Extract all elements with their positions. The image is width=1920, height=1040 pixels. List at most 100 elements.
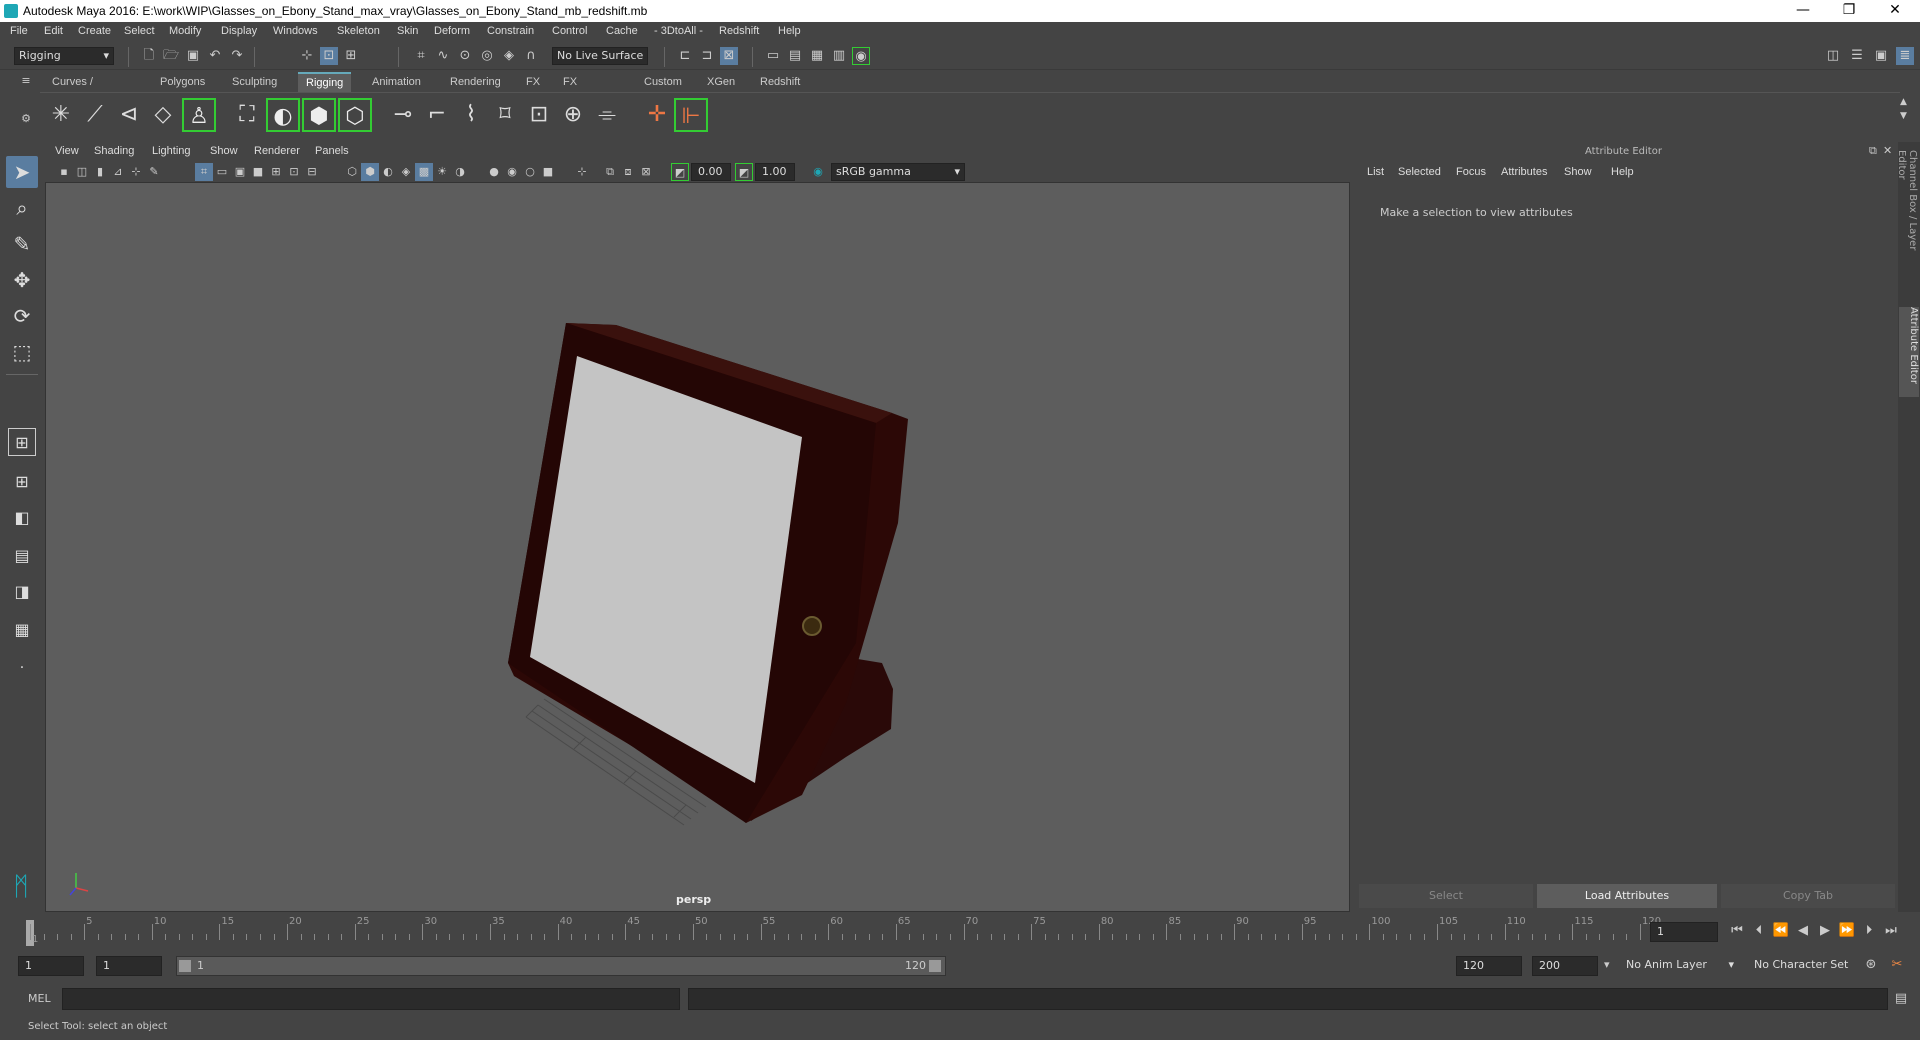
tab-sculpting[interactable]: Sculpting [224, 72, 286, 92]
character-set-dropdown[interactable]: No Character Set [1750, 956, 1866, 976]
grease-pencil-icon[interactable]: ✎ [145, 163, 163, 181]
chevron-down-icon[interactable]: ▾ [1604, 958, 1610, 971]
menu-3dtoall[interactable]: - 3DtoAll - [654, 25, 703, 37]
tab-rendering[interactable]: Rendering [442, 72, 509, 92]
smooth-bind-icon[interactable]: ◐ [266, 98, 300, 132]
gate-mask-icon[interactable]: ■ [249, 163, 267, 181]
go-to-start-icon[interactable]: ⏮ [1728, 922, 1746, 940]
shadows-icon[interactable]: ◑ [451, 163, 469, 181]
close-panel-icon[interactable]: ✕ [1883, 144, 1892, 157]
go-to-end-icon[interactable]: ⏭ [1882, 922, 1900, 940]
render-view-icon[interactable]: ▭ [764, 47, 782, 65]
hik-icon[interactable]: ♙ [182, 98, 216, 132]
step-forward-icon[interactable]: ⏵ [1860, 922, 1878, 940]
menu-help[interactable]: Help [778, 25, 801, 37]
next-key-icon[interactable]: ⏩ [1838, 922, 1856, 940]
undo-icon[interactable]: ↶ [206, 47, 224, 65]
redo-icon[interactable]: ↷ [228, 47, 246, 65]
range-end-handle[interactable] [929, 960, 941, 972]
point-constraint-icon[interactable]: ✛ [640, 98, 674, 132]
bookmark-icon[interactable]: ▮ [91, 163, 109, 181]
aim-constraint-icon[interactable]: ⊩ [674, 98, 708, 132]
hypershade-layout-icon[interactable]: ▦ [6, 614, 38, 646]
playback-end-field[interactable]: 120 [1456, 956, 1522, 976]
tab-rigging[interactable]: Rigging [298, 72, 352, 92]
tab-channel-box[interactable]: Channel Box / Layer Editor [1896, 150, 1918, 280]
field-chart-icon[interactable]: ⊞ [267, 163, 285, 181]
default-material-icon[interactable]: ◐ [379, 163, 397, 181]
construction-history-icon[interactable]: ⊠ [720, 47, 738, 65]
wrap-deformer-icon[interactable]: ⌯ [590, 98, 624, 132]
persp-graph-layout-icon[interactable]: ▤ [6, 540, 38, 572]
paint-select-tool-icon[interactable]: ✎ [6, 228, 38, 260]
menu-cache[interactable]: Cache [606, 25, 638, 37]
render-frame-icon[interactable]: ▤ [786, 47, 804, 65]
tab-animation[interactable]: Animation [364, 72, 429, 92]
persp-outliner-layout-icon[interactable]: ◧ [6, 502, 38, 534]
mirror-joint-icon[interactable]: ⊲ [112, 98, 146, 132]
perspective-viewport[interactable]: persp [45, 182, 1350, 912]
xray-joints-icon[interactable]: ⧈ [619, 163, 637, 181]
tab-redshift[interactable]: Redshift [752, 72, 809, 92]
range-slider[interactable]: 1 120 [176, 956, 946, 976]
wire-deformer-icon[interactable]: ⊕ [556, 98, 590, 132]
hypershade-icon[interactable]: ◉ [852, 47, 870, 65]
tab-curves-surfaces[interactable]: Curves / Surfaces [44, 72, 104, 108]
depth-of-field-icon[interactable]: ■ [539, 163, 557, 181]
ae-menu-attributes[interactable]: Attributes [1501, 166, 1547, 178]
ipr-render-icon[interactable]: ▦ [808, 47, 826, 65]
exposure-field[interactable]: 0.00 [691, 163, 731, 181]
view-transform-dropdown[interactable]: sRGB gamma ▾ [831, 163, 965, 181]
menu-skin[interactable]: Skin [397, 25, 418, 37]
snap-view-plane-icon[interactable]: ◎ [478, 47, 496, 65]
motion-blur-icon[interactable]: ◉ [503, 163, 521, 181]
time-slider[interactable]: 1 5 10 15 20 25 30 35 40 45 50 55 60 65 70 75 80 85 90 95 10… [0, 912, 1920, 950]
menu-create[interactable]: Create [78, 25, 111, 37]
menu-constrain[interactable]: Constrain [487, 25, 534, 37]
scale-tool-icon[interactable]: ⬚ [6, 336, 38, 368]
animation-prefs-icon[interactable]: ✂ [1888, 956, 1906, 974]
outliner-layout-icon[interactable]: ◨ [6, 576, 38, 608]
shelf-scroll-up-icon[interactable]: ▲ [1900, 97, 1907, 107]
tab-custom[interactable]: Custom [636, 72, 690, 92]
orient-joint-icon[interactable]: ◇ [146, 98, 180, 132]
panel-menu-shading[interactable]: Shading [94, 145, 134, 157]
snap-curve-icon[interactable]: ∿ [434, 47, 452, 65]
isolate-select-icon[interactable]: ⊹ [573, 163, 591, 181]
use-lights-icon[interactable]: ☀ [433, 163, 451, 181]
shelf-options-icon[interactable]: ⚙ [18, 112, 34, 128]
tab-fx[interactable]: FX [518, 72, 549, 92]
menu-skeleton[interactable]: Skeleton [337, 25, 380, 37]
shelf-menu-icon[interactable]: ≡ [18, 74, 34, 90]
custom-layout-icon[interactable]: · [6, 652, 38, 684]
minimize-button[interactable]: — [1780, 0, 1826, 22]
tab-xgen[interactable]: XGen [699, 72, 744, 92]
ae-load-attributes-button[interactable]: Load Attributes [1537, 884, 1717, 908]
time-ruler[interactable]: 1 5 10 15 20 25 30 35 40 45 50 55 60 65 70 75 80 85 90 95 10… [22, 916, 1661, 946]
select-object-icon[interactable]: ⊡ [320, 47, 338, 65]
maximize-button[interactable]: ❐ [1826, 0, 1872, 22]
menu-set-dropdown[interactable]: Rigging ▾ [14, 47, 114, 65]
select-hierarchy-icon[interactable]: ⊹ [298, 47, 316, 65]
wireframe-on-shaded-icon[interactable]: ◈ [397, 163, 415, 181]
xray-components-icon[interactable]: ⊠ [637, 163, 655, 181]
panel-menu-view[interactable]: View [55, 145, 79, 157]
panel-menu-renderer[interactable]: Renderer [254, 145, 300, 157]
color-management-icon[interactable]: ◉ [809, 163, 827, 181]
select-component-icon[interactable]: ⊞ [342, 47, 360, 65]
snap-grid-icon[interactable]: ⌗ [412, 47, 430, 65]
start-time-field[interactable]: 1 [18, 956, 84, 976]
prev-key-icon[interactable]: ⏪ [1772, 922, 1790, 940]
resolution-gate-icon[interactable]: ▣ [231, 163, 249, 181]
ae-select-button[interactable]: Select [1359, 884, 1533, 908]
close-button[interactable]: ✕ [1872, 0, 1918, 22]
image-plane-icon[interactable]: ⊿ [109, 163, 127, 181]
wireframe-icon[interactable]: ⬡ [343, 163, 361, 181]
ae-menu-list[interactable]: List [1367, 166, 1384, 178]
camera-attributes-icon[interactable]: ◫ [73, 163, 91, 181]
ik-spline-icon[interactable]: ⌐ [420, 98, 454, 132]
xray-icon[interactable]: ⧉ [601, 163, 619, 181]
insert-joint-icon[interactable]: ⟋ [78, 98, 112, 132]
live-surface-field[interactable]: No Live Surface [552, 47, 648, 65]
textured-icon[interactable]: ▩ [415, 163, 433, 181]
